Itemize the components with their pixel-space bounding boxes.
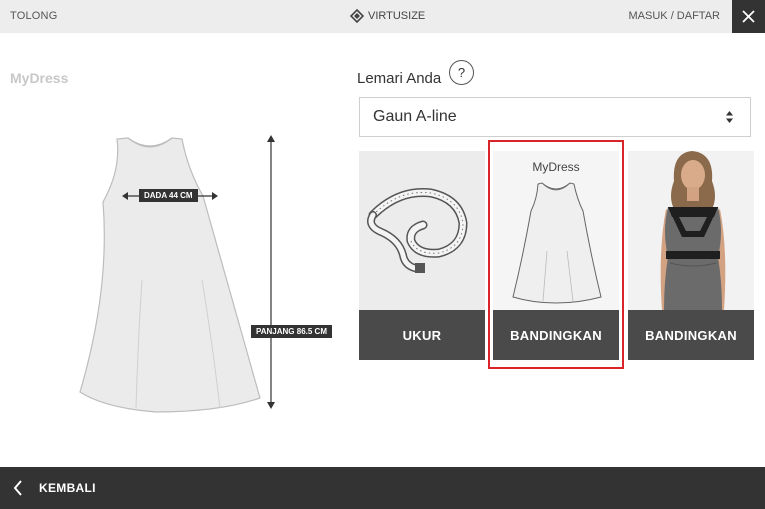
close-icon — [742, 10, 755, 23]
model-photo-icon — [660, 151, 726, 310]
brand-name: VIRTUSIZE — [368, 10, 426, 22]
virtusize-logo-icon — [350, 9, 364, 23]
garment-type-select[interactable]: Gaun A-line — [359, 97, 751, 137]
help-link[interactable]: TOLONG — [10, 10, 57, 22]
close-button[interactable] — [732, 0, 765, 33]
select-arrows-icon — [726, 111, 733, 123]
measure-card[interactable]: UKUR — [359, 151, 485, 360]
selected-card-highlight — [488, 140, 624, 369]
measuring-tape-icon — [367, 187, 468, 273]
back-bar[interactable]: KEMBALI — [0, 467, 765, 509]
compare-product-button[interactable]: BANDINGKAN — [628, 310, 754, 360]
length-measurement-label: PANJANG 86.5 CM — [251, 325, 332, 338]
brand-logo: VIRTUSIZE — [350, 9, 425, 23]
login-register-link[interactable]: MASUK / DAFTAR — [629, 10, 720, 22]
compare-product-card[interactable]: BANDINGKAN — [628, 151, 754, 360]
garment-type-value: Gaun A-line — [373, 108, 457, 125]
chevron-left-icon — [13, 480, 22, 496]
dress-silhouette-icon — [79, 135, 275, 413]
dress-measurement-view: DADA 44 CM PANJANG 86.5 CM — [70, 130, 350, 420]
item-title: MyDress — [10, 70, 69, 86]
measure-button[interactable]: UKUR — [359, 310, 485, 360]
back-button-label: KEMBALI — [39, 481, 96, 495]
chest-measurement-label: DADA 44 CM — [139, 189, 198, 202]
wardrobe-help-button[interactable]: ? — [449, 60, 474, 85]
wardrobe-title: Lemari Anda — [357, 70, 442, 87]
top-bar: TOLONG VIRTUSIZE MASUK / DAFTAR — [0, 0, 765, 33]
